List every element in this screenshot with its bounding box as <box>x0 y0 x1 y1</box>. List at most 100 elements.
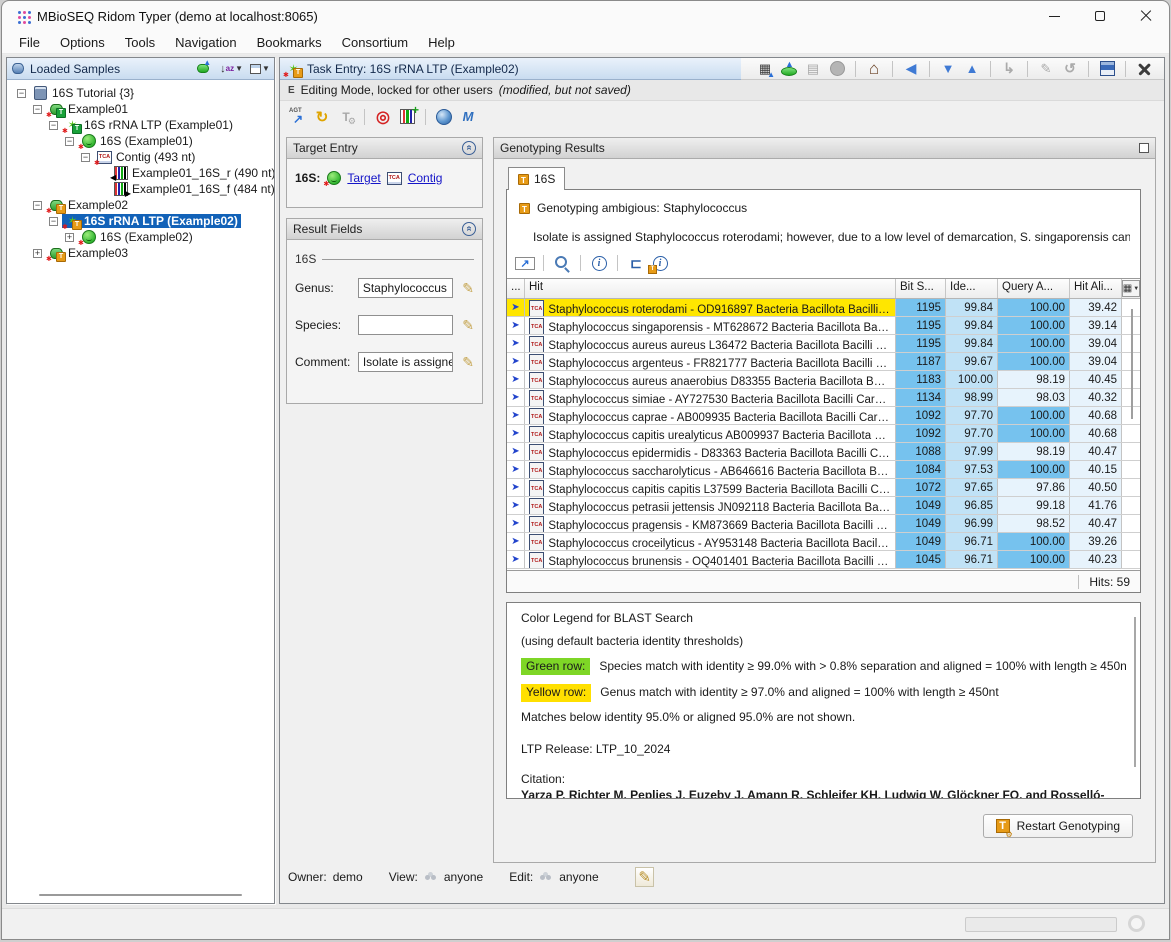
task-info-icon[interactable] <box>650 253 670 273</box>
column-header-ide[interactable]: Ide... <box>946 279 998 298</box>
tree-item[interactable]: −✱Example01 <box>11 101 272 117</box>
collapse-icon[interactable]: − <box>81 153 90 162</box>
collapse-all-button[interactable]: ▼ <box>250 59 270 79</box>
search-hits-icon[interactable] <box>552 253 572 273</box>
sort-az-button[interactable]: ↓az▼ <box>220 59 243 79</box>
column-header-querya[interactable]: Query A... <box>998 279 1070 298</box>
edit-pencil-icon[interactable] <box>462 280 474 297</box>
table-row[interactable]: ➤TCAStaphylococcus aureus anaerobius D83… <box>507 371 1140 389</box>
table-row[interactable]: ➤TCAStaphylococcus argenteus - FR821777 … <box>507 353 1140 371</box>
tree-item[interactable]: −16S Tutorial {3} <box>11 85 272 101</box>
save-icon[interactable] <box>1097 59 1117 79</box>
table-row[interactable]: ➤TCAStaphylococcus petrasii jettensis JN… <box>507 497 1140 515</box>
tree-item[interactable]: +✱Example03 <box>11 245 272 261</box>
collapse-chevron-icon[interactable] <box>462 222 476 236</box>
upload-entry-icon[interactable] <box>779 59 799 79</box>
table-row[interactable]: ➤TCAStaphylococcus capitis urealyticus A… <box>507 425 1140 443</box>
legend-vertical-scrollbar[interactable] <box>1134 617 1136 767</box>
column-header-bits[interactable]: Bit S... <box>896 279 946 298</box>
comment-input[interactable]: Isolate is assigned S <box>358 352 453 372</box>
close-task-icon[interactable] <box>1134 59 1154 79</box>
refresh-icon[interactable] <box>1060 59 1080 79</box>
export-agt-icon[interactable] <box>288 107 308 127</box>
tree-item[interactable]: −✱16S rRNA LTP (Example01) <box>11 117 272 133</box>
web-search-icon[interactable] <box>434 107 454 127</box>
goto-hit-cell[interactable]: ➤ <box>507 515 525 532</box>
goto-hit-cell[interactable]: ➤ <box>507 443 525 460</box>
tree-item[interactable]: −✱16S (Example01) <box>11 133 272 149</box>
jump-icon[interactable] <box>999 59 1019 79</box>
target-link[interactable]: Target <box>347 171 380 185</box>
tree-view-icon[interactable] <box>626 253 646 273</box>
goto-hit-cell[interactable]: ➤ <box>507 425 525 442</box>
tree-item[interactable]: Example01_16S_f (484 nt) <box>11 181 272 197</box>
table-row[interactable]: ➤TCAStaphylococcus caprae - AB009935 Bac… <box>507 407 1140 425</box>
column-header-hit[interactable]: Hit <box>525 279 896 298</box>
collapse-icon[interactable]: − <box>65 137 74 146</box>
tree-item[interactable]: −✱Example02 <box>11 197 272 213</box>
expand-icon[interactable]: + <box>33 249 42 258</box>
table-row[interactable]: ➤TCAStaphylococcus pragensis - KM873669 … <box>507 515 1140 533</box>
table-row[interactable]: ➤TCAStaphylococcus capitis capitis L3759… <box>507 479 1140 497</box>
goto-hit-cell[interactable]: ➤ <box>507 353 525 370</box>
menu-options[interactable]: Options <box>51 33 114 52</box>
genotype-target-icon[interactable] <box>373 107 393 127</box>
maximize-panel-icon[interactable] <box>1139 143 1149 153</box>
edit-icon[interactable] <box>1036 59 1056 79</box>
tree-item[interactable]: Example01_16S_r (490 nt) <box>11 165 272 181</box>
minimize-button[interactable] <box>1031 1 1077 31</box>
navigate-up-icon[interactable] <box>962 59 982 79</box>
goto-hit-cell[interactable]: ➤ <box>507 551 525 568</box>
tree-item[interactable]: −✱Contig (493 nt) <box>11 149 272 165</box>
close-button[interactable] <box>1123 1 1169 31</box>
goto-hit-cell[interactable]: ➤ <box>507 335 525 352</box>
goto-hit-cell[interactable]: ➤ <box>507 461 525 478</box>
add-chromatogram-icon[interactable] <box>397 107 417 127</box>
menu-help[interactable]: Help <box>419 33 464 52</box>
sequence-icon[interactable] <box>803 59 823 79</box>
species-input[interactable] <box>358 315 453 335</box>
collapse-icon[interactable]: − <box>49 121 58 130</box>
table-row[interactable]: ➤TCAStaphylococcus simiae - AY727530 Bac… <box>507 389 1140 407</box>
hit-info-icon[interactable] <box>589 253 609 273</box>
tree-item[interactable]: −✱16S rRNA LTP (Example02) <box>11 213 272 229</box>
menu-tools[interactable]: Tools <box>116 33 164 52</box>
table-row[interactable]: ➤TCAStaphylococcus aureus aureus L36472 … <box>507 335 1140 353</box>
goto-hit-cell[interactable]: ➤ <box>507 389 525 406</box>
table-vertical-scrollbar[interactable] <box>1131 309 1133 419</box>
genus-input[interactable]: Staphylococcus <box>358 278 453 298</box>
sync-task-icon[interactable] <box>312 107 332 127</box>
menu-navigation[interactable]: Navigation <box>166 33 245 52</box>
bookmark-m-icon[interactable] <box>458 107 478 127</box>
menu-file[interactable]: File <box>10 33 49 52</box>
goto-hit-cell[interactable]: ➤ <box>507 317 525 334</box>
column-picker-button[interactable] <box>1122 280 1140 297</box>
edit-pencil-icon[interactable] <box>462 317 474 334</box>
table-row[interactable]: ➤TCAStaphylococcus saccharolyticus - AB6… <box>507 461 1140 479</box>
contig-link[interactable]: Contig <box>408 171 443 185</box>
goto-hit-cell[interactable]: ➤ <box>507 479 525 496</box>
collapse-chevron-icon[interactable] <box>462 141 476 155</box>
upload-database-button[interactable]: ▲ <box>193 59 213 79</box>
maximize-button[interactable] <box>1077 1 1123 31</box>
goto-hit-cell[interactable]: ➤ <box>507 299 525 316</box>
goto-hit-cell[interactable]: ➤ <box>507 497 525 514</box>
edit-permissions-button[interactable] <box>635 867 655 887</box>
goto-hit-cell[interactable]: ➤ <box>507 407 525 424</box>
table-row[interactable]: ➤TCAStaphylococcus epidermidis - D83363 … <box>507 443 1140 461</box>
goto-hit-cell[interactable]: ➤ <box>507 371 525 388</box>
collapse-icon[interactable]: − <box>17 89 26 98</box>
task-settings-icon[interactable] <box>336 107 356 127</box>
restart-genotyping-button[interactable]: Restart Genotyping <box>983 814 1133 838</box>
table-row[interactable]: ➤TCAStaphylococcus roterodami - OD916897… <box>507 299 1140 317</box>
tree-item[interactable]: +✱16S (Example02) <box>11 229 272 245</box>
edit-pencil-icon[interactable] <box>462 354 474 371</box>
table-row[interactable]: ➤TCAStaphylococcus singaporensis - MT628… <box>507 317 1140 335</box>
export-hits-icon[interactable] <box>515 257 535 270</box>
column-header-arrow[interactable]: ... <box>507 279 525 298</box>
table-row[interactable]: ➤TCAStaphylococcus croceilyticus - AY953… <box>507 533 1140 551</box>
expand-icon[interactable]: + <box>65 233 74 242</box>
table-row[interactable]: ➤TCAStaphylococcus brunensis - OQ401401 … <box>507 551 1140 569</box>
menu-consortium[interactable]: Consortium <box>333 33 417 52</box>
collapse-icon[interactable]: − <box>49 217 58 226</box>
